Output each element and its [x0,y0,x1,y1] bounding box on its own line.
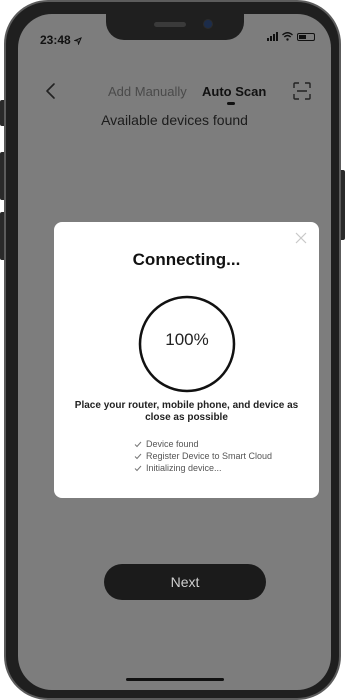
step-item: Device found [134,438,314,450]
status-time: 23:48 [40,33,82,47]
speaker-grille [154,22,186,27]
qr-scan-icon[interactable] [293,82,311,100]
status-time-text: 23:48 [40,33,71,47]
status-icons [267,32,315,41]
check-icon [134,453,142,459]
chevron-left-icon[interactable] [44,82,58,100]
home-indicator[interactable] [126,678,224,681]
signal-bars-icon [267,32,278,41]
active-tab-indicator [227,102,235,105]
step-item: Register Device to Smart Cloud [134,450,314,462]
step-label: Register Device to Smart Cloud [146,451,273,461]
notch [106,14,244,40]
available-devices-heading: Available devices found [101,112,248,128]
step-label: Device found [146,439,199,449]
step-item: Initializing device... [134,462,314,474]
connection-steps: Device found Register Device to Smart Cl… [134,438,314,474]
connecting-dialog: Connecting... 100% Place your router, mo… [54,222,319,498]
check-icon [134,465,142,471]
check-icon [134,441,142,447]
close-icon[interactable] [295,232,307,244]
wifi-icon [282,32,293,41]
app-screen: 23:48 Add Manually Auto Scan Available d… [18,14,331,690]
progress-percent: 100% [165,330,209,349]
tab-add-manually[interactable]: Add Manually [108,84,187,99]
tab-auto-scan[interactable]: Auto Scan [202,84,266,99]
battery-icon [297,32,315,41]
dialog-title: Connecting... [132,250,241,269]
step-label: Initializing device... [146,463,222,473]
location-arrow-icon [73,36,82,46]
phone-frame: 23:48 Add Manually Auto Scan Available d… [4,0,341,700]
front-camera [204,20,212,28]
top-nav: Add Manually Auto Scan [18,80,331,105]
next-button[interactable]: Next [104,564,266,600]
placement-instruction: Place your router, mobile phone, and dev… [74,400,299,423]
